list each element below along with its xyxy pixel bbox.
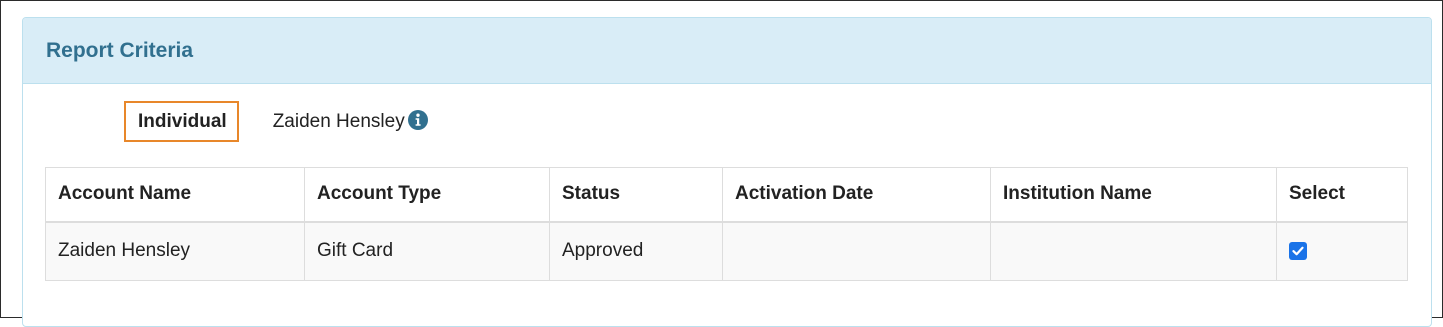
accounts-table: Account Name Account Type Status Activat… xyxy=(45,167,1408,281)
cell-account-name: Zaiden Hensley xyxy=(45,221,305,281)
header-account-type: Account Type xyxy=(304,167,550,223)
criteria-value: Zaiden Hensley xyxy=(272,110,428,133)
header-select: Select xyxy=(1276,167,1408,223)
header-status: Status xyxy=(549,167,723,223)
cell-account-type: Gift Card xyxy=(304,221,550,281)
panel-title: Report Criteria xyxy=(46,38,194,62)
cell-status: Approved xyxy=(549,221,723,281)
table-row: Zaiden Hensley Gift Card Approved xyxy=(45,221,1408,281)
report-criteria-panel: Report Criteria Individual Zaiden Hensle… xyxy=(22,17,1432,327)
criteria-row: Individual Zaiden Hensley xyxy=(124,101,428,142)
checkmark-icon xyxy=(1292,246,1304,256)
header-activation-date: Activation Date xyxy=(722,167,991,223)
cell-institution-name xyxy=(990,221,1277,281)
panel-heading: Report Criteria xyxy=(23,18,1431,84)
table-header-row: Account Name Account Type Status Activat… xyxy=(45,167,1408,223)
select-checkbox[interactable] xyxy=(1289,241,1307,260)
info-circle-icon[interactable] xyxy=(407,110,428,130)
criteria-label: Individual xyxy=(124,101,239,142)
header-account-name: Account Name xyxy=(45,167,305,223)
header-institution-name: Institution Name xyxy=(990,167,1277,223)
criteria-value-text: Zaiden Hensley xyxy=(272,110,405,132)
cell-select xyxy=(1276,221,1408,281)
cell-activation-date xyxy=(722,221,991,281)
